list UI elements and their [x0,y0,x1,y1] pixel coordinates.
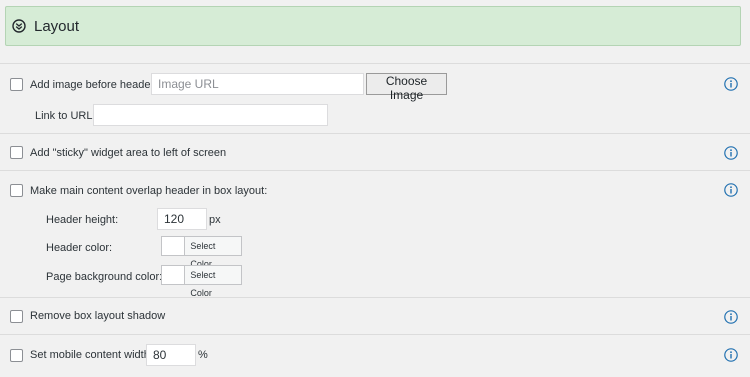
sticky-widget-row: Add "sticky" widget area to left of scre… [0,133,750,170]
page-bg-color-label: Page background color: [46,271,163,283]
box-shadow-label: Remove box layout shadow [30,310,166,322]
page-bg-color-swatch[interactable] [162,266,186,284]
add-image-checkbox[interactable] [10,78,23,91]
overlap-label: Make main content overlap header in box … [30,185,268,197]
mobile-width-row: Set mobile content width: % [0,334,750,377]
header-color-label: Header color: [46,242,113,254]
layout-panel-header[interactable]: Layout [5,6,741,46]
header-height-input[interactable] [157,208,207,230]
sticky-widget-label: Add "sticky" widget area to left of scre… [30,147,227,159]
header-image-row: Add image before header: Choose Image Li… [0,63,750,133]
header-color-picker[interactable]: Select Color [161,236,242,269]
header-height-label: Header height: [46,214,119,226]
mobile-width-checkbox[interactable] [10,349,23,362]
choose-image-button[interactable]: Choose Image [366,73,447,102]
page-bg-color-picker[interactable]: Select Color [161,265,242,298]
box-shadow-row: Remove box layout shadow [0,297,750,334]
sticky-widget-checkbox[interactable] [10,146,23,159]
box-shadow-checkbox[interactable] [10,310,23,323]
link-url-label: Link to URL: [35,110,96,122]
mobile-width-unit: % [198,349,208,361]
info-icon[interactable] [724,77,738,91]
info-icon[interactable] [724,183,738,197]
add-image-label: Add image before header: [30,79,158,91]
info-icon[interactable] [724,146,738,160]
image-url-input[interactable] [151,73,364,95]
overlap-checkbox[interactable] [10,184,23,197]
info-icon[interactable] [724,310,738,324]
header-color-swatch[interactable] [162,237,186,255]
header-height-unit: px [209,214,221,226]
page-bg-color-select-button[interactable]: Select Color [185,266,241,298]
link-url-input[interactable] [93,104,328,126]
header-color-select-button[interactable]: Select Color [185,237,241,269]
chevron-circle-down-icon[interactable] [12,19,26,33]
mobile-width-label: Set mobile content width: [30,349,153,361]
panel-title: Layout [34,18,80,35]
overlap-row: Make main content overlap header in box … [0,170,750,298]
info-icon[interactable] [724,348,738,362]
mobile-width-input[interactable] [146,344,196,366]
